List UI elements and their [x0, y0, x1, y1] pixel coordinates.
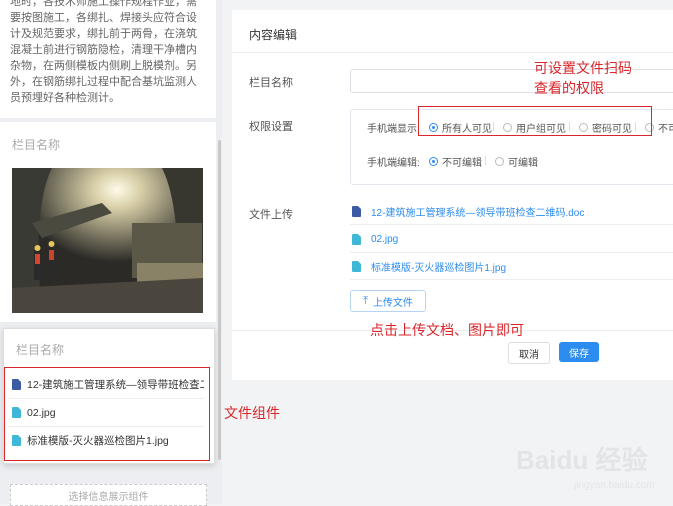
file-name: 02.jpg [27, 406, 56, 419]
radio-edit-disabled[interactable]: 不可编辑 [429, 154, 482, 169]
upload-button-label: 上传文件 [372, 297, 413, 309]
photo-card-title: 栏目名称 [12, 138, 61, 152]
uploaded-file-2[interactable]: 02.jpg [350, 226, 673, 253]
radio-dot-icon [495, 157, 504, 166]
radio-label: 不可 [658, 124, 673, 135]
cancel-button[interactable]: 取消 [508, 342, 550, 364]
permission-annotation-line1: 可设置文件扫码 [534, 60, 632, 76]
column-name-label: 栏目名称 [249, 77, 293, 89]
file-name: 12-建筑施工管理系统—领导带班检查二... [27, 379, 204, 391]
tunnel-construction-photo [12, 168, 203, 313]
mobile-edit-label: 手机端编辑: [367, 158, 420, 169]
text-card-body: 地时，各技术师施工操作规程作业，需要按图施工，各绑扎、焊接头应符合设计及规范要求… [10, 0, 197, 104]
image-icon [352, 233, 361, 245]
permission-annotation-line2: 查看的权限 [534, 80, 604, 96]
doc-icon [352, 205, 361, 217]
left-scrollbar[interactable] [218, 140, 221, 460]
radio-label: 可编辑 [508, 158, 538, 169]
file-item-2[interactable]: 02.jpg [8, 399, 204, 427]
uploaded-file-3[interactable]: 标准模版-灭火器巡检图片1.jpg [350, 253, 673, 280]
separator [485, 156, 486, 165]
panel-title: 内容编辑 [249, 28, 298, 42]
upload-icon: ⤒ [363, 294, 368, 307]
file-name: 标准模版-灭火器巡检图片1.jpg [27, 435, 169, 447]
radio-edit-enabled[interactable]: 可编辑 [495, 154, 538, 169]
save-button[interactable]: 保存 [559, 342, 599, 362]
file-card-title: 栏目名称 [16, 343, 65, 357]
upload-annotation: 点击上传文档、图片即可 [370, 322, 524, 338]
baidu-watermark-url: jingyan.baidu.com [574, 480, 655, 491]
panel-header: 内容编辑 [232, 10, 673, 53]
image-icon [12, 407, 21, 418]
text-card: 地时，各技术师施工操作规程作业，需要按图施工，各绑扎、焊接头应符合设计及规范要求… [0, 0, 216, 118]
file-link[interactable]: 12-建筑施工管理系统—领导带班检查二维码.doc [371, 204, 584, 219]
file-component-card[interactable]: 栏目名称 12-建筑施工管理系统—领导带班检查二... 02.jpg 标准模版-… [3, 328, 215, 464]
mobile-display-label: 手机端显示: [367, 124, 420, 135]
file-link[interactable]: 02.jpg [371, 234, 398, 245]
baidu-watermark: Baidu 经验 [516, 445, 648, 475]
image-icon [352, 260, 361, 272]
upload-file-button[interactable]: ⤒ 上传文件 [350, 290, 426, 312]
radio-label: 不可编辑 [442, 158, 482, 169]
image-icon [12, 435, 21, 446]
file-item-1[interactable]: 12-建筑施工管理系统—领导带班检查二... [8, 371, 204, 399]
left-panel: 地时，各技术师施工操作规程作业，需要按图施工，各绑扎、焊接头应符合设计及规范要求… [0, 0, 222, 506]
photo-card[interactable]: 栏目名称 [0, 122, 216, 322]
permission-label: 权限设置 [249, 121, 293, 133]
file-link[interactable]: 标准模版-灭火器巡检图片1.jpg [371, 259, 506, 274]
info-component-placeholder[interactable]: 选择信息展示组件 [10, 484, 207, 506]
upload-label: 文件上传 [249, 209, 293, 221]
permission-highlight [418, 106, 652, 136]
doc-icon [12, 379, 21, 390]
file-component-annotation: 文件组件 [224, 405, 280, 421]
radio-dot-icon [429, 157, 438, 166]
file-item-3[interactable]: 标准模版-灭火器巡检图片1.jpg [8, 427, 204, 454]
uploaded-file-1[interactable]: 12-建筑施工管理系统—领导带班检查二维码.doc [350, 198, 673, 225]
